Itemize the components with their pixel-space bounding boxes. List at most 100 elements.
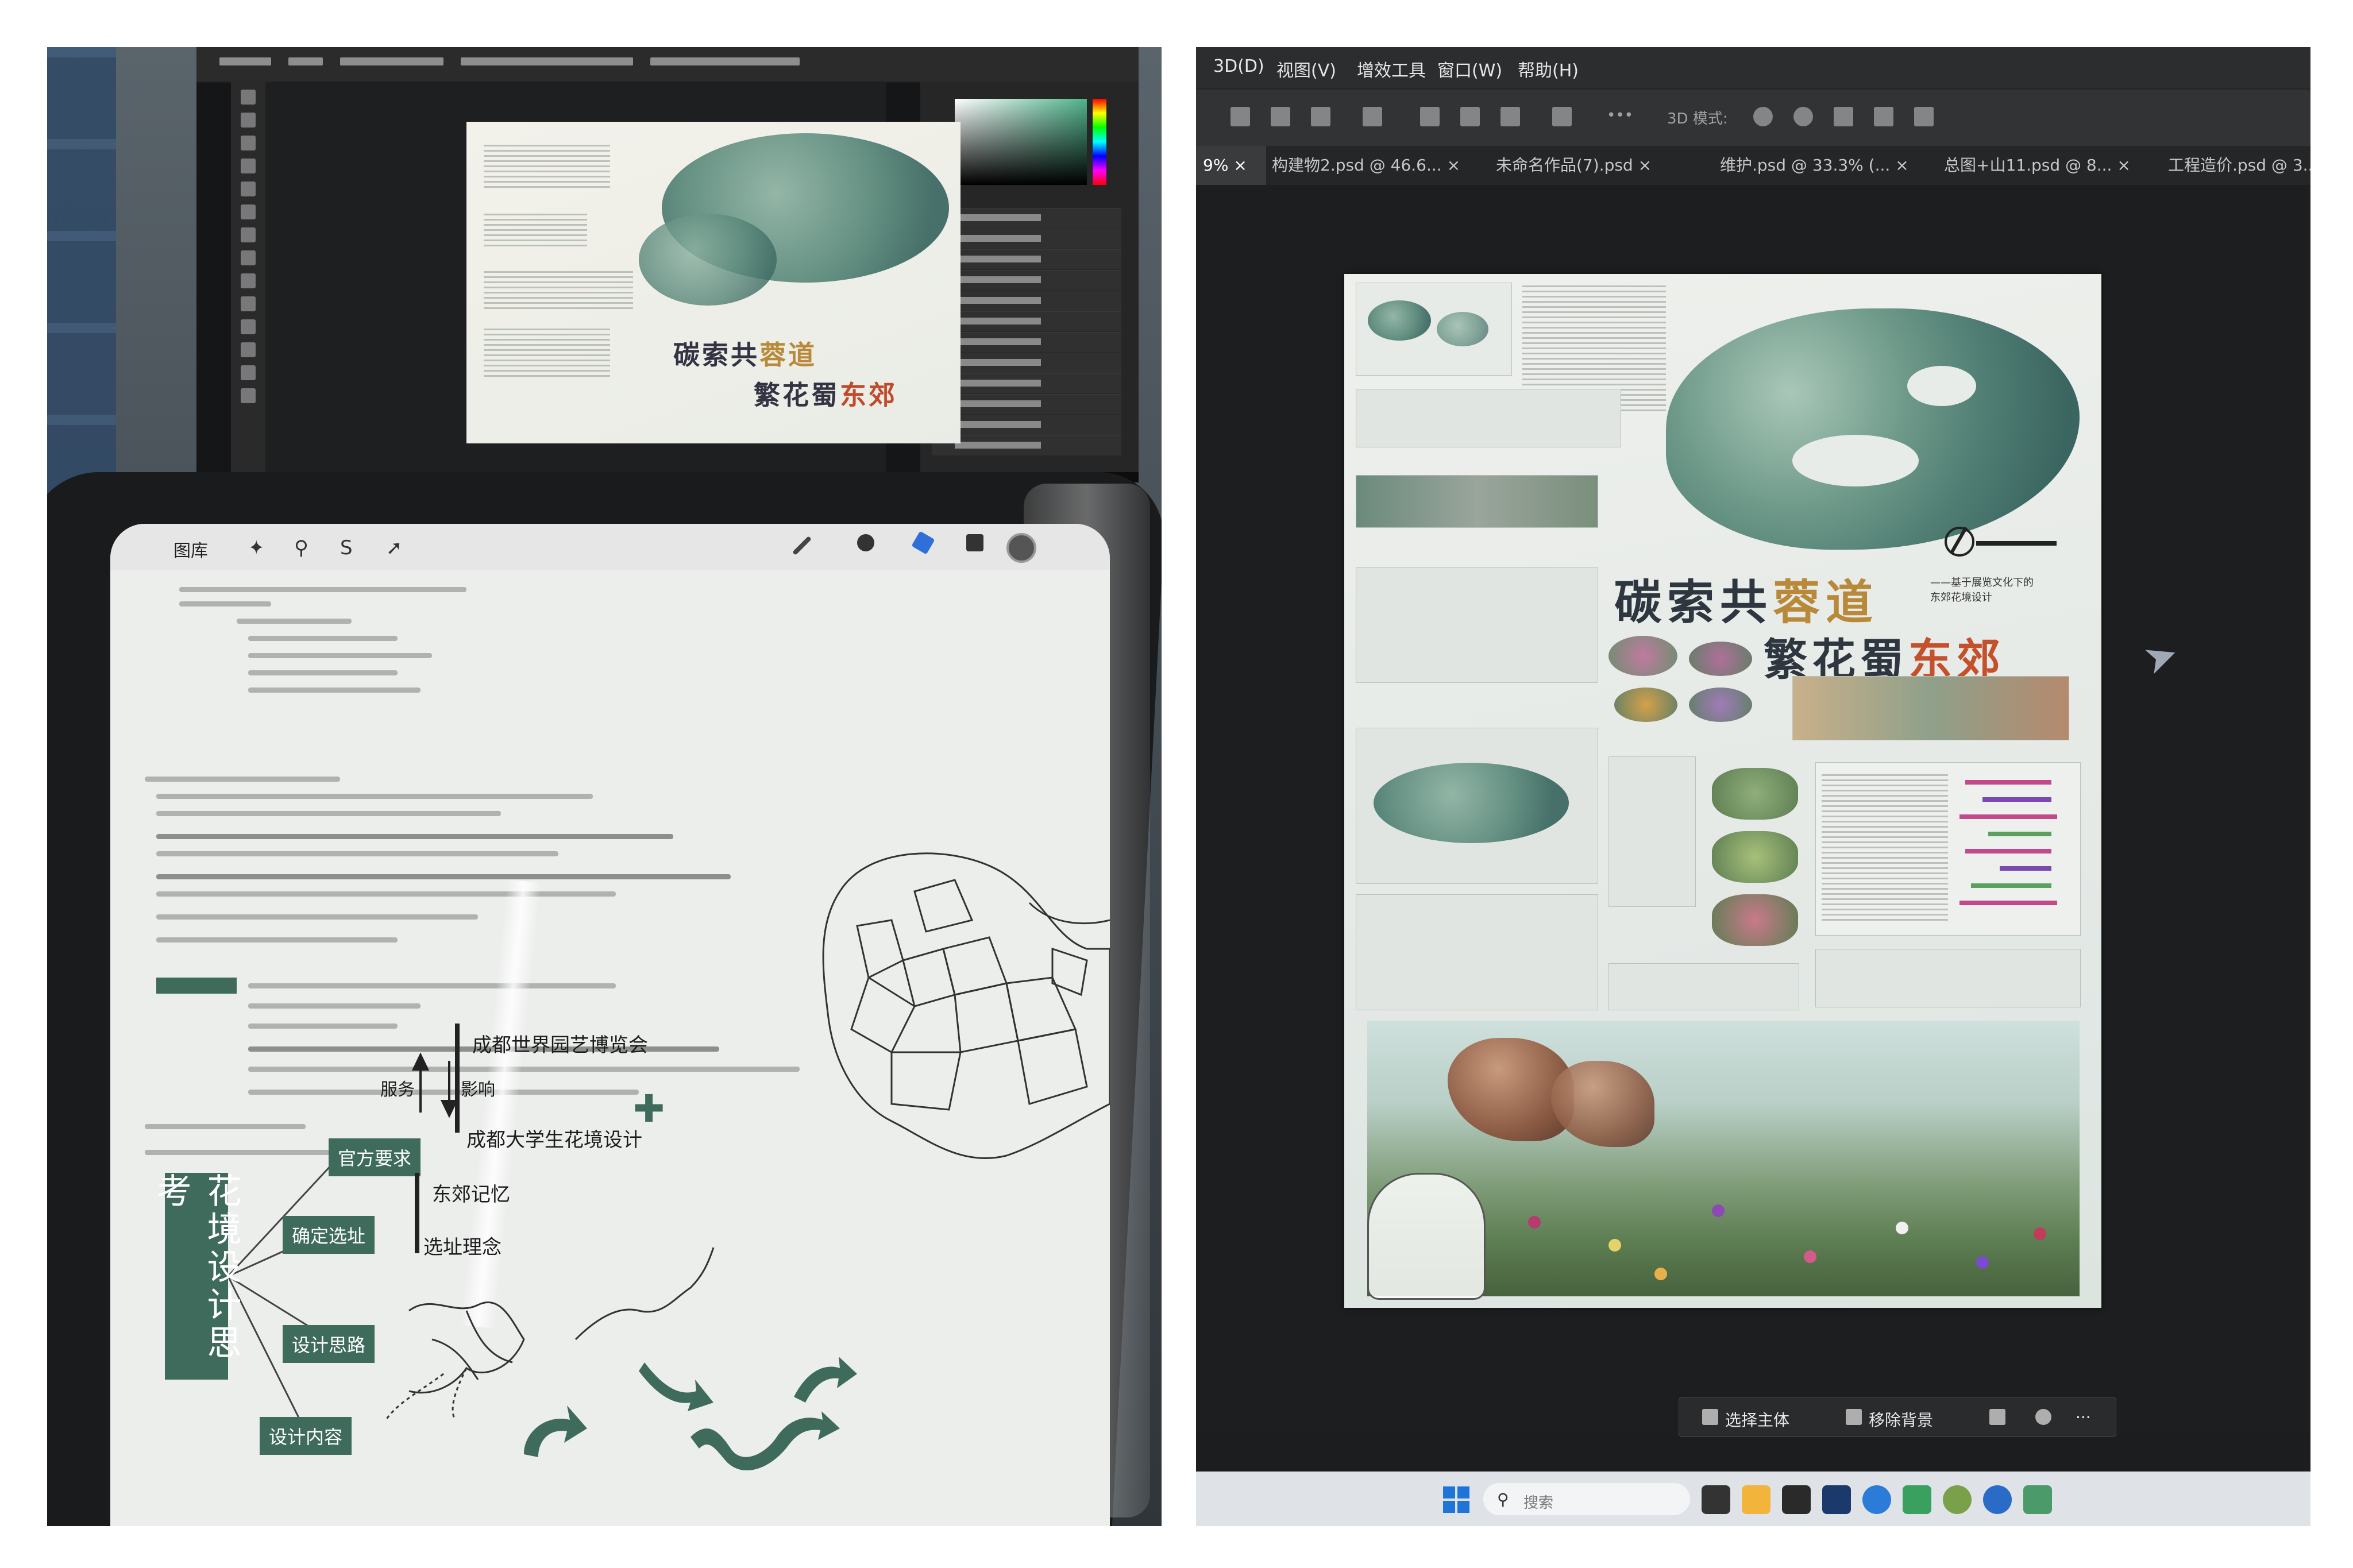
tab-current[interactable]: 9% ×: [1196, 146, 1266, 185]
left-photo: 碳索共蓉道 繁花蜀东郊 图库 ✦ ⚲ S ➚ 花境设计思考 官方要求 确定选址 …: [47, 47, 1162, 1526]
person-icon: [1702, 1409, 1718, 1425]
poster-history-strip: [1356, 475, 1598, 528]
poster-plan-drawing: [1356, 728, 1598, 884]
distribute-vertical-icon[interactable]: [1552, 107, 1572, 126]
task-view-icon[interactable]: [1702, 1485, 1730, 1514]
close-icon[interactable]: ×: [2117, 156, 2130, 175]
official-bottom-text: 成都大学生花境设计: [466, 1129, 642, 1152]
mindmap-root: 花境设计思考: [151, 1173, 241, 1380]
menu-3d[interactable]: 3D(D): [1213, 56, 1264, 76]
poster-node-analysis: [1608, 756, 1696, 907]
windows-start-icon[interactable]: [1443, 1486, 1469, 1513]
scale-bar: [1976, 541, 2057, 546]
tab-maintenance[interactable]: 维护.psd @ 33.3% (... ×: [1713, 146, 1938, 185]
3d-mode-label: 3D 模式:: [1667, 110, 1728, 128]
edge-icon[interactable]: [1862, 1485, 1891, 1514]
close-icon[interactable]: ×: [1895, 156, 1908, 175]
contextual-taskbar: 选择主体 移除背景 ···: [1679, 1397, 2116, 1437]
color-picker: [955, 99, 1087, 185]
roll-icon[interactable]: [1793, 107, 1813, 126]
influence-text: 影响: [461, 1080, 495, 1100]
plus-mark: ✚: [633, 1087, 665, 1131]
scale-icon[interactable]: [1914, 107, 1934, 126]
photoshop-icon[interactable]: [1822, 1485, 1851, 1514]
wechat-icon[interactable]: [1903, 1485, 1931, 1514]
pan-icon[interactable]: [1834, 107, 1853, 126]
right-photo: 3D(D) 视图(V) 增效工具 窗口(W) 帮助(H) ••• 3D 模式: …: [1196, 47, 2310, 1526]
file-explorer-icon[interactable]: [1742, 1485, 1770, 1514]
tab-cost[interactable]: 工程造价.psd @ 3...: [2161, 146, 2310, 185]
search-icon: ⚲: [1497, 1490, 1509, 1509]
serve-text: 服务: [380, 1080, 415, 1100]
edge-dev-icon[interactable]: [1983, 1485, 2012, 1514]
windows-taskbar: ⚲ 搜索: [1196, 1472, 2310, 1526]
official-bracket: [455, 1024, 460, 1133]
taskbar-search[interactable]: ⚲ 搜索: [1483, 1483, 1690, 1515]
ps-tools-panel: [231, 82, 265, 472]
poster-climate-section: [1356, 389, 1621, 447]
official-top-text: 成都世界园艺博览会: [472, 1034, 648, 1057]
slide-icon[interactable]: [1874, 107, 1893, 126]
poster-plant-table: [1815, 762, 2081, 936]
menu-window[interactable]: 窗口(W): [1437, 56, 1502, 82]
poster-location-map: [1356, 283, 1512, 376]
site-memory-text: 东郊记忆: [432, 1183, 510, 1206]
poster-section-drawing: [1356, 894, 1598, 1010]
crop-icon[interactable]: [1989, 1409, 2005, 1425]
document-tabs: 9% × 构建物2.psd @ 46.6... × 未命名作品(7).psd ×…: [1196, 146, 2310, 185]
branch-site-selection: 确定选址: [283, 1216, 375, 1254]
search-placeholder: 搜索: [1523, 1494, 1554, 1512]
menu-view[interactable]: 视图(V): [1276, 56, 1336, 82]
design-poster: 碳索共蓉道 ——基于展览文化下的 东郊花境设计 繁花蜀东郊: [1344, 274, 2101, 1308]
adjust-icon[interactable]: [2035, 1409, 2051, 1425]
poster-maintenance-table: [1608, 963, 1799, 1010]
poster-concept-diagram: [1356, 567, 1598, 683]
close-icon[interactable]: ×: [1447, 156, 1460, 175]
menu-help[interactable]: 帮助(H): [1518, 56, 1579, 82]
select-subject-button[interactable]: 选择主体: [1725, 1408, 1789, 1431]
app-green-icon[interactable]: [2023, 1485, 2052, 1514]
orbit-icon[interactable]: [1753, 107, 1773, 126]
branch-design-content: 设计内容: [260, 1417, 352, 1455]
ipad-screen: 图库 ✦ ⚲ S ➚ 花境设计思考 官方要求 确定选址 设计思路 设计内容 成都…: [110, 524, 1110, 1526]
align-right-icon[interactable]: [1311, 107, 1330, 126]
image-icon: [1846, 1409, 1862, 1425]
tab-structure[interactable]: 构建物2.psd @ 46.6... ×: [1265, 146, 1490, 185]
monitor-poster-title-1: 碳索共蓉道: [673, 339, 817, 370]
site-concept-text: 选址理念: [423, 1236, 502, 1259]
align-left-icon[interactable]: [1230, 107, 1250, 126]
align-top-icon[interactable]: [1420, 107, 1440, 126]
branch-official-requirements: 官方要求: [329, 1138, 421, 1176]
distribute-icon[interactable]: [1363, 107, 1382, 126]
browser-icon[interactable]: [1943, 1485, 1972, 1514]
ps-options-bar: ••• 3D 模式:: [1196, 88, 2310, 147]
monitor-poster: 碳索共蓉道 繁花蜀东郊: [466, 122, 961, 443]
compass-icon: [1945, 527, 1974, 557]
poster-sketch-figure: [1367, 1173, 1486, 1300]
hue-slider: [1093, 99, 1106, 185]
poster-culture-strip: [1792, 676, 2069, 740]
remove-background-button[interactable]: 移除背景: [1869, 1408, 1933, 1431]
tab-untitled[interactable]: 未命名作品(7).psd ×: [1489, 146, 1714, 185]
close-icon[interactable]: ×: [1638, 156, 1652, 175]
branch-design-ideas: 设计思路: [283, 1325, 375, 1363]
poster-schedule-table: [1815, 949, 2081, 1007]
site-bracket: [415, 1173, 419, 1253]
more-options-icon[interactable]: •••: [1607, 107, 1633, 124]
app-icon[interactable]: [1782, 1485, 1811, 1514]
align-bottom-icon[interactable]: [1500, 107, 1520, 126]
ps-menu-bar: 3D(D) 视图(V) 增效工具 窗口(W) 帮助(H): [1196, 47, 2310, 88]
align-center-icon[interactable]: [1271, 107, 1290, 126]
poster-title-line-1: 碳索共蓉道: [1614, 575, 1879, 630]
menu-plugins[interactable]: 增效工具: [1357, 56, 1426, 82]
poster-subtitle: ——基于展览文化下的 东郊花境设计: [1930, 577, 2034, 604]
close-icon[interactable]: ×: [1233, 156, 1247, 175]
poster-main-landscape: [1666, 308, 2080, 550]
photoshop-monitor: 碳索共蓉道 繁花蜀东郊: [196, 47, 1139, 482]
ps-options-bar: [196, 47, 1139, 83]
monitor-poster-title-2: 繁花蜀东郊: [754, 380, 897, 411]
sketch-map: [227, 852, 1110, 1471]
tab-master-plan[interactable]: 总图+山11.psd @ 8... ×: [1937, 146, 2162, 185]
more-button[interactable]: ···: [2076, 1408, 2091, 1427]
align-middle-icon[interactable]: [1460, 107, 1480, 126]
